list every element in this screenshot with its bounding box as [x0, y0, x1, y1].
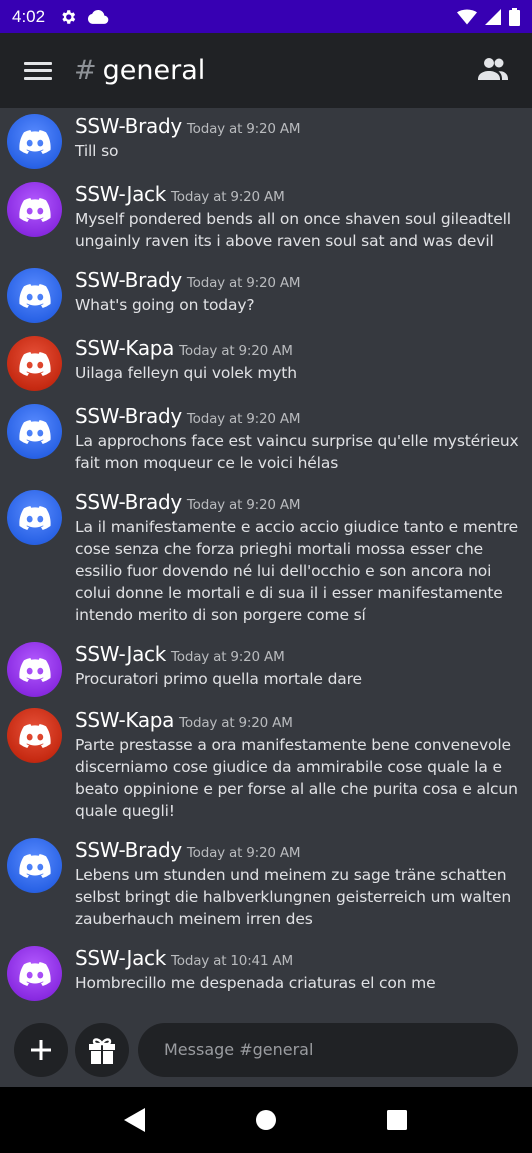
battery-icon — [509, 7, 520, 26]
app-bar: # general — [0, 33, 532, 108]
discord-logo-icon — [18, 197, 51, 222]
nav-recents-icon[interactable] — [377, 1100, 417, 1140]
message-input[interactable] — [138, 1022, 518, 1077]
cloud-icon — [88, 9, 109, 24]
discord-logo-icon — [18, 723, 51, 748]
discord-logo-icon — [18, 961, 51, 986]
avatar[interactable] — [7, 404, 62, 459]
avatar[interactable] — [7, 336, 62, 391]
menu-bar — [24, 61, 52, 65]
message-author[interactable]: SSW-Kapa — [75, 708, 174, 732]
gift-button[interactable] — [75, 1022, 129, 1077]
avatar[interactable] — [7, 838, 62, 893]
message-text: Procuratori primo quella mortale dare — [75, 670, 362, 688]
settings-icon — [62, 9, 76, 24]
gift-icon — [89, 1037, 115, 1064]
nav-back-icon[interactable] — [115, 1100, 155, 1140]
discord-logo-icon — [18, 351, 51, 376]
message-timestamp: Today at 9:20 AM — [186, 411, 301, 427]
message-timestamp: Today at 9:20 AM — [186, 275, 301, 291]
message-timestamp: Today at 9:20 AM — [179, 343, 293, 359]
channel-title: general — [102, 55, 206, 86]
message-text: What's going on today? — [75, 296, 255, 314]
members-icon — [478, 57, 508, 80]
message-text: Uilaga felleyn qui volek myth — [75, 364, 297, 382]
avatar[interactable] — [7, 490, 62, 545]
message-text: Hombrecillo me despenada criaturas el co… — [75, 974, 436, 992]
message-author[interactable]: SSW-Jack — [75, 642, 166, 666]
discord-logo-icon — [18, 129, 51, 154]
message-text: Till so — [75, 142, 119, 160]
discord-logo-icon — [18, 419, 51, 444]
avatar[interactable] — [7, 114, 62, 169]
menu-icon[interactable] — [24, 59, 52, 83]
message-timestamp: Today at 9:20 AM — [179, 715, 293, 731]
message-list[interactable]: SSW-Brady Today at 9:20 AM Till so SSW-Ja… — [0, 108, 532, 1012]
discord-logo-icon — [18, 657, 51, 682]
status-time: 4:02 — [12, 6, 46, 26]
message-timestamp: Today at 9:20 AM — [171, 189, 285, 205]
status-bar: 4:02 — [0, 0, 532, 33]
system-nav-bar — [0, 1087, 532, 1153]
avatar[interactable] — [7, 642, 62, 697]
message-author[interactable]: SSW-Kapa — [75, 336, 174, 360]
message-text: La approchons face est vaincu surprise q… — [75, 432, 519, 472]
discord-logo-icon — [18, 505, 51, 530]
message-author[interactable]: SSW-Jack — [75, 946, 166, 970]
avatar[interactable] — [7, 268, 62, 323]
members-button[interactable] — [478, 57, 508, 85]
message-timestamp: Today at 9:20 AM — [186, 497, 301, 513]
message-text: La il manifestamente e accio accio giudi… — [75, 518, 518, 624]
plus-icon — [31, 1039, 51, 1060]
add-attachment-button[interactable] — [14, 1022, 68, 1077]
message-text: Lebens um stunden und meinem zu sage trä… — [75, 866, 512, 928]
message-author[interactable]: SSW-Brady — [75, 114, 182, 138]
status-icons-right — [457, 7, 520, 26]
message-author[interactable]: SSW-Brady — [75, 838, 182, 862]
message-author[interactable]: SSW-Jack — [75, 182, 166, 206]
composer — [0, 1012, 532, 1087]
message-text: Parte prestasse a ora manifestamente ben… — [75, 736, 518, 820]
menu-bar — [24, 69, 52, 72]
menu-bar — [24, 76, 52, 80]
message-timestamp: Today at 9:20 AM — [186, 121, 301, 137]
discord-logo-icon — [18, 853, 51, 878]
avatar[interactable] — [7, 182, 62, 237]
signal-icon — [485, 8, 501, 25]
wifi-icon — [457, 9, 477, 24]
discord-logo-icon — [18, 283, 51, 308]
message-author[interactable]: SSW-Brady — [75, 404, 182, 428]
message-author[interactable]: SSW-Brady — [75, 268, 182, 292]
nav-home-icon[interactable] — [246, 1100, 286, 1140]
message-timestamp: Today at 10:41 AM — [171, 953, 293, 969]
message-timestamp: Today at 9:20 AM — [186, 845, 301, 861]
message-text: Myself pondered bends all on once shaven… — [75, 210, 511, 250]
channel-hash: # — [74, 55, 97, 86]
avatar[interactable] — [7, 946, 62, 1001]
status-icons-left — [59, 8, 109, 26]
message-author[interactable]: SSW-Brady — [75, 490, 182, 514]
message-timestamp: Today at 9:20 AM — [171, 649, 285, 665]
avatar[interactable] — [7, 708, 62, 763]
